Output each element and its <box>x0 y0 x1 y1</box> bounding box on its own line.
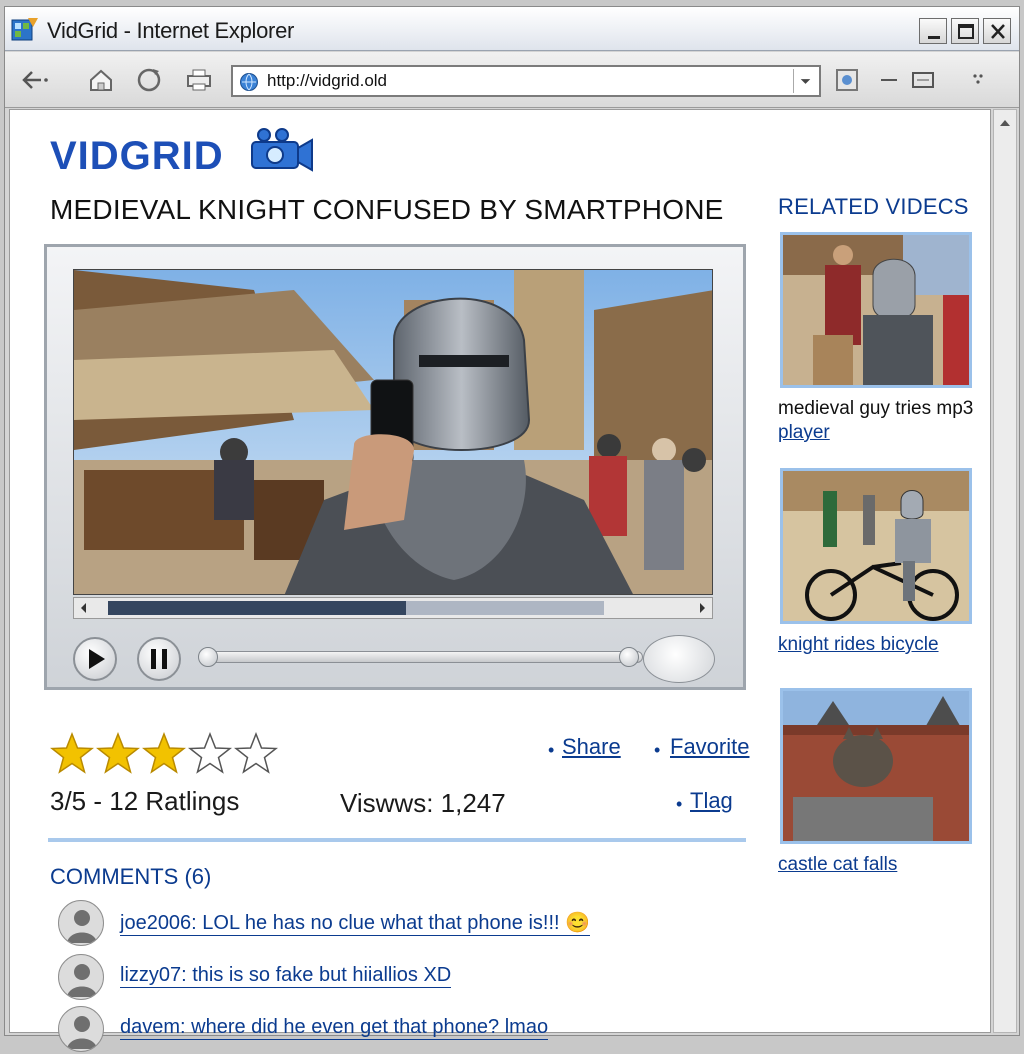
comment-item: lizzy07: this is so fake but hiiallios X… <box>58 954 618 1002</box>
related-thumbnail[interactable] <box>780 468 972 624</box>
view-count: Viswws: 1,247 <box>340 788 506 818</box>
comment-item: davem: where did he even get that phone?… <box>58 1006 618 1054</box>
video-title: MEDIEVAL KNIGHT CONFUSED BY SMARTPHONE <box>50 194 724 225</box>
thumb-scene-bicycle <box>783 471 969 621</box>
comment-text[interactable]: lizzy07: this is so fake but hiiallios X… <box>120 964 452 988</box>
related-label-continued[interactable]: player <box>778 422 830 444</box>
minimize-view-icon[interactable] <box>873 64 905 96</box>
globe-icon <box>240 73 258 91</box>
minimize-icon <box>928 36 940 39</box>
avatar[interactable] <box>58 900 104 946</box>
related-thumbnail[interactable] <box>780 232 972 388</box>
url-input[interactable] <box>267 70 787 92</box>
star-filled-icon[interactable] <box>50 732 94 776</box>
page-scrollbar[interactable] <box>993 109 1017 1033</box>
play-button[interactable] <box>73 637 117 681</box>
favorites-icon[interactable] <box>831 64 863 96</box>
comments-title: COMMENTS (6) <box>50 864 212 889</box>
scroll-left-icon[interactable] <box>76 600 92 616</box>
back-arrow-icon[interactable] <box>19 64 51 96</box>
window-view-icon[interactable] <box>907 64 939 96</box>
user-silhouette-icon <box>67 910 97 943</box>
related-videos-title: RELATED VIDECS <box>778 194 969 219</box>
pause-icon <box>151 649 167 669</box>
maximize-icon <box>958 24 974 39</box>
home-icon[interactable] <box>85 64 117 96</box>
video-frame[interactable] <box>73 269 713 595</box>
section-divider <box>48 838 746 842</box>
star-filled-icon[interactable] <box>142 732 186 776</box>
scroll-up-icon[interactable] <box>996 114 1014 132</box>
camera-icon <box>251 128 313 172</box>
flag-link[interactable]: Tlag <box>690 788 733 814</box>
comment-text[interactable]: davem: where did he even get that phone?… <box>120 1016 549 1040</box>
window-title: VidGrid - Internet Explorer <box>47 18 295 43</box>
thumb-scene-mp3 <box>783 235 969 385</box>
favorite-link[interactable]: Favorite <box>670 734 749 760</box>
minimize-button[interactable] <box>919 18 947 44</box>
app-icon <box>11 18 38 41</box>
thumb-scene-cat <box>783 691 969 841</box>
maximize-button[interactable] <box>951 18 979 44</box>
bullet-share: • <box>548 740 555 760</box>
tools-icon[interactable] <box>961 64 993 96</box>
browser-window: VidGrid - Internet Explorer http://vidgr… <box>4 6 1020 1052</box>
pause-button[interactable] <box>137 637 181 681</box>
related-label[interactable]: castle cat falls <box>778 854 897 876</box>
video-scrollbar[interactable] <box>73 597 713 619</box>
bullet-flag: • <box>676 794 683 814</box>
site-logo[interactable]: VIDGRID <box>50 134 224 179</box>
video-scene-knight <box>74 270 712 594</box>
related-label[interactable]: knight rides bicycle <box>778 634 939 656</box>
comment-item: joe2006: LOL he has no clue what that ph… <box>58 900 618 948</box>
rating-summary: 3/5 - 12 Ratlings <box>50 786 240 816</box>
play-icon <box>89 649 105 669</box>
print-icon[interactable] <box>183 64 215 96</box>
page-viewport: VIDGRID MEDIEVAL KNIGHT CONFUSED BY SMAR… <box>9 109 991 1052</box>
star-empty-icon[interactable] <box>188 732 232 776</box>
close-button[interactable] <box>983 18 1011 44</box>
seek-knob[interactable] <box>618 647 639 667</box>
video-player <box>44 244 746 690</box>
share-link[interactable]: Share <box>562 734 621 760</box>
close-icon <box>991 24 1005 39</box>
bullet-favorite: • <box>654 740 661 760</box>
volume-control[interactable] <box>643 635 715 683</box>
buffer-fill <box>108 601 406 615</box>
avatar[interactable] <box>58 954 104 1000</box>
seek-start-knob[interactable] <box>198 647 218 667</box>
star-filled-icon[interactable] <box>96 732 140 776</box>
related-label[interactable]: medieval guy tries mp3 <box>778 398 973 420</box>
address-bar[interactable] <box>231 65 821 97</box>
avatar[interactable] <box>58 1006 104 1052</box>
comment-text[interactable]: joe2006: LOL he has no clue what that ph… <box>120 910 591 936</box>
related-thumbnail[interactable] <box>780 688 972 844</box>
user-silhouette-icon <box>67 964 97 997</box>
seek-slider[interactable] <box>198 647 643 667</box>
refresh-icon[interactable] <box>133 64 165 96</box>
user-silhouette-icon <box>67 1016 97 1049</box>
title-bar: VidGrid - Internet Explorer <box>5 7 1019 51</box>
dropdown-arrow-icon[interactable] <box>793 69 817 93</box>
scroll-right-icon[interactable] <box>694 600 710 616</box>
navigation-toolbar <box>5 52 1019 108</box>
star-empty-icon[interactable] <box>234 732 278 776</box>
